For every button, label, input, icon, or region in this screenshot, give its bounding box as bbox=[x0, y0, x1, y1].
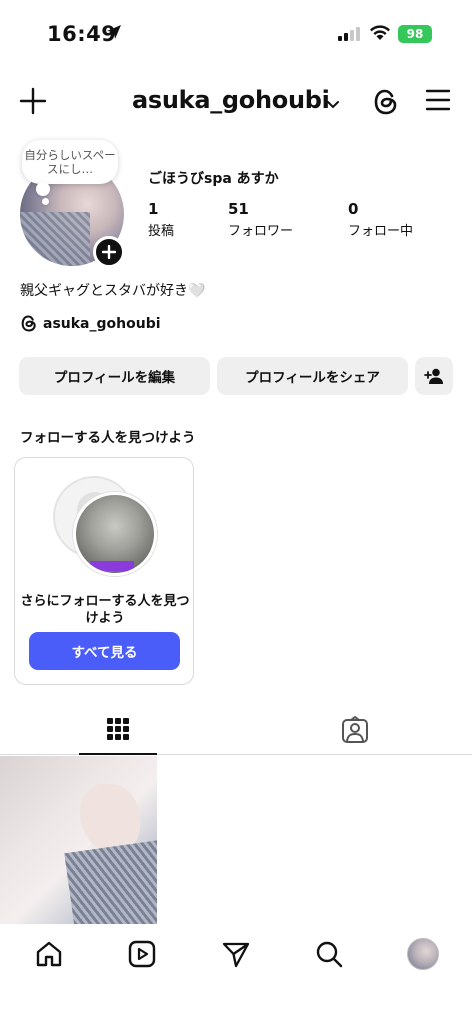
profile-header: asuka_gohoubi bbox=[0, 80, 472, 124]
edit-profile-button[interactable]: プロフィールを編集 bbox=[19, 357, 210, 395]
avatar-photo-detail bbox=[20, 212, 90, 266]
plus-icon bbox=[102, 245, 116, 259]
add-user-icon bbox=[424, 368, 443, 384]
tagged-icon bbox=[342, 716, 368, 743]
reels-icon bbox=[128, 940, 156, 968]
profile-avatar bbox=[407, 938, 439, 970]
stat-following[interactable]: 0 フォロー中 bbox=[348, 200, 413, 239]
share-profile-button[interactable]: プロフィールをシェア bbox=[217, 357, 408, 395]
account-switcher[interactable]: asuka_gohoubi bbox=[132, 86, 330, 114]
see-all-button[interactable]: すべて見る bbox=[29, 632, 180, 670]
nav-search[interactable] bbox=[313, 938, 345, 970]
home-icon bbox=[36, 941, 62, 967]
stat-label: フォロー中 bbox=[348, 224, 414, 239]
tab-posts-grid[interactable] bbox=[79, 705, 157, 755]
status-bar: 16:49 98 bbox=[0, 0, 472, 66]
threads-icon[interactable] bbox=[372, 87, 400, 121]
stat-label: フォロワー bbox=[228, 224, 294, 239]
stat-value: 0 bbox=[348, 200, 359, 218]
suggestions-title: フォローする人を見つけよう bbox=[20, 430, 196, 446]
signal-icon bbox=[338, 26, 362, 45]
nav-messages[interactable] bbox=[220, 938, 252, 970]
profile-bio: 親父ギャグとスタバが好き🤍 bbox=[20, 283, 206, 299]
note-bubble-tail bbox=[36, 182, 50, 196]
tab-tagged[interactable] bbox=[316, 705, 394, 755]
add-user-button[interactable] bbox=[415, 357, 453, 395]
nav-reels[interactable] bbox=[126, 938, 158, 970]
threads-handle: asuka_gohoubi bbox=[43, 315, 161, 332]
stat-label: 投稿 bbox=[148, 224, 175, 239]
wifi-icon bbox=[369, 24, 391, 45]
post-thumbnail[interactable] bbox=[0, 756, 157, 924]
search-icon bbox=[316, 941, 343, 968]
note-bubble-tail-small bbox=[42, 198, 49, 205]
discover-text: さらにフォローする人を見つけよう bbox=[20, 594, 190, 626]
add-story-button[interactable] bbox=[93, 236, 125, 268]
send-icon bbox=[222, 942, 250, 968]
display-name: ごほうびspa あすか bbox=[148, 171, 279, 187]
threads-profile-link[interactable]: asuka_gohoubi bbox=[20, 314, 161, 333]
menu-icon[interactable] bbox=[425, 89, 451, 115]
chevron-down-icon[interactable] bbox=[326, 95, 340, 114]
bottom-navigation bbox=[0, 924, 472, 984]
profile-tabs bbox=[0, 705, 472, 755]
stat-value: 1 bbox=[148, 200, 159, 218]
battery-level: 98 bbox=[406, 27, 424, 41]
threads-icon bbox=[21, 315, 36, 332]
location-arrow-icon bbox=[106, 24, 122, 44]
grid-icon bbox=[107, 718, 129, 740]
nav-profile[interactable] bbox=[407, 938, 439, 970]
note-bubble[interactable]: 自分らしいスペースにし… bbox=[22, 140, 118, 184]
stat-followers[interactable]: 51 フォロワー bbox=[228, 200, 293, 239]
suggested-avatar bbox=[73, 492, 157, 576]
nav-home[interactable] bbox=[33, 938, 65, 970]
stat-posts[interactable]: 1 投稿 bbox=[148, 200, 174, 239]
note-text: 自分らしいスペースにし… bbox=[24, 148, 116, 176]
post-photo-detail bbox=[64, 839, 157, 924]
plus-icon[interactable] bbox=[18, 86, 48, 120]
stat-value: 51 bbox=[228, 200, 249, 218]
battery-icon: 98 bbox=[398, 25, 432, 43]
discover-people-card: さらにフォローする人を見つけよう すべて見る bbox=[14, 457, 194, 685]
